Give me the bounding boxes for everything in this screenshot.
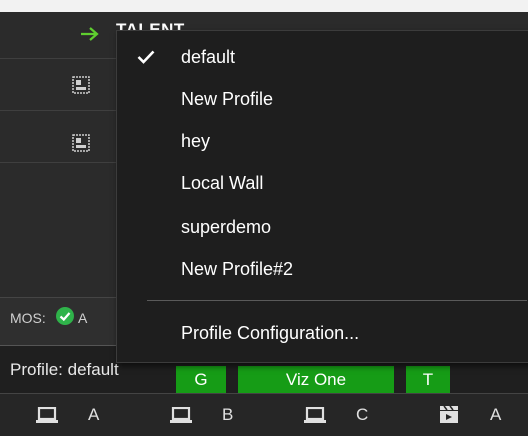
mos-label: MOS: <box>10 310 46 326</box>
channel-letter: A <box>490 405 502 424</box>
top-band <box>0 0 528 12</box>
menu-item-label: New Profile <box>181 89 274 109</box>
g-button[interactable]: G <box>176 366 226 394</box>
check-circle-icon <box>56 307 74 325</box>
channel-letter: B <box>222 405 234 424</box>
template-icon[interactable] <box>72 76 90 94</box>
channel-b[interactable]: B <box>170 405 250 427</box>
menu-item-local-wall[interactable]: Local Wall <box>117 161 528 201</box>
menu-item-label: Local Wall <box>181 173 264 193</box>
menu-item-new-profile[interactable]: New Profile <box>117 77 528 117</box>
menu-item-hey[interactable]: hey <box>117 119 528 159</box>
channel-c[interactable]: C <box>304 405 384 427</box>
channel-clip-a[interactable]: A <box>438 405 518 427</box>
mos-status-text: A <box>78 310 88 326</box>
menu-item-profile-configuration[interactable]: Profile Configuration... <box>117 311 528 351</box>
menu-item-label: default <box>181 47 236 67</box>
menu-item-new-profile-2[interactable]: New Profile#2 <box>117 247 528 287</box>
mos-status-bar: MOS: A <box>0 297 118 346</box>
menu-item-label: New Profile#2 <box>181 259 294 279</box>
viz-one-button[interactable]: Viz One <box>238 366 394 394</box>
channel-letter: A <box>88 405 100 424</box>
channel-a[interactable]: A <box>36 405 116 427</box>
menu-item-label: superdemo <box>181 217 272 237</box>
t-button[interactable]: T <box>406 366 450 394</box>
arrow-right-icon <box>81 27 99 41</box>
check-icon <box>137 50 155 64</box>
laptop-icon <box>304 407 326 423</box>
menu-item-default[interactable]: default <box>117 35 528 75</box>
menu-item-label: hey <box>181 131 211 151</box>
menu-separator <box>147 300 527 301</box>
menu-item-label: Profile Configuration... <box>181 323 360 343</box>
clapper-icon <box>440 405 458 423</box>
channel-bar: A B C A <box>0 393 528 436</box>
profile-label[interactable]: Profile: default <box>10 360 119 380</box>
laptop-icon <box>170 407 192 423</box>
menu-item-superdemo[interactable]: superdemo <box>117 205 528 245</box>
template-icon[interactable] <box>72 134 90 152</box>
profile-dropdown-menu: default New Profile hey Local Wall super… <box>116 30 528 363</box>
channel-letter: C <box>356 405 369 424</box>
laptop-icon <box>36 407 58 423</box>
